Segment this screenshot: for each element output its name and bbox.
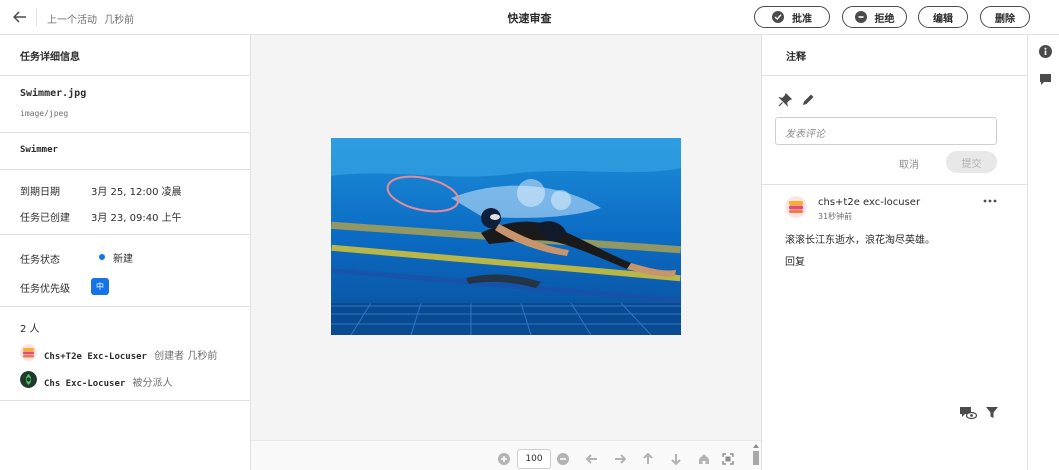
reject-button[interactable]: 拒绝 (842, 6, 907, 28)
annotations-header: 注释 (786, 52, 806, 63)
divider (0, 234, 250, 235)
swimmer-image[interactable] (331, 138, 681, 335)
reject-label: 拒绝 (874, 13, 895, 25)
file-type: image/jpeg (20, 109, 69, 118)
delete-label: 删除 (995, 13, 1015, 25)
comment-text: 滚滚长江东逝水，浪花淘尽英雄。 (785, 235, 935, 246)
side-rail (1027, 35, 1059, 470)
edit-button[interactable]: 编辑 (918, 6, 968, 28)
back-arrow-icon[interactable] (10, 7, 30, 27)
task-details-header: 任务详细信息 (20, 52, 80, 63)
due-date-value: 3月 25, 12:00 凌晨 (91, 187, 182, 198)
person-name: Chs Exc-Locuser (44, 379, 126, 389)
divider (0, 75, 250, 76)
last-activity-label: 上一个活动 (47, 15, 97, 26)
created-label: 任务已创建 (20, 213, 70, 224)
info-icon[interactable] (1039, 45, 1052, 58)
scrollbar[interactable] (751, 442, 761, 470)
status-dot (99, 254, 105, 260)
annotations-panel: 注释 发表评论 取消 提交 chs+t2e exc-locuser 31秒钟前 … (761, 35, 1028, 470)
person-row: Chs+T2e Exc-Locuser 创建者 几秒前 (44, 347, 217, 362)
arrow-down-icon[interactable] (669, 452, 683, 466)
approve-button[interactable]: 批准 (754, 6, 830, 28)
divider (762, 75, 1028, 76)
people-count: 2 人 (20, 324, 40, 335)
checkmark-icon (772, 11, 784, 23)
avatar (20, 371, 37, 388)
priority-badge: 中 (91, 278, 109, 295)
task-details-panel: 任务详细信息 Swimmer.jpg image/jpeg Swimmer 到期… (0, 35, 251, 470)
divider (0, 306, 250, 307)
arrow-left-icon[interactable] (585, 452, 599, 466)
submit-button[interactable]: 提交 (946, 151, 997, 173)
pin-icon[interactable] (778, 92, 793, 107)
pencil-icon[interactable] (801, 93, 815, 107)
person-role: 被分派人 (132, 378, 173, 389)
minus-circle-icon (854, 11, 867, 23)
filter-icon[interactable] (985, 406, 999, 420)
arrow-up-icon[interactable] (641, 452, 655, 466)
zoom-out-icon[interactable] (556, 452, 570, 466)
avatar (785, 196, 807, 218)
reply-link[interactable]: 回复 (785, 253, 805, 268)
comment-time: 31秒钟前 (818, 212, 853, 221)
page-title: 快速审查 (507, 12, 552, 25)
last-activity: 上一个活动 几秒前 (47, 11, 134, 26)
due-date-label: 到期日期 (20, 187, 60, 198)
approve-label: 批准 (792, 13, 812, 25)
image-viewer[interactable] (251, 35, 761, 440)
comment-input[interactable]: 发表评论 (775, 117, 997, 145)
more-options-icon[interactable] (983, 195, 997, 207)
delete-button[interactable]: 删除 (980, 6, 1030, 28)
divider (0, 400, 250, 401)
priority-label: 任务优先级 (20, 284, 70, 295)
divider (762, 184, 1028, 185)
zoom-input[interactable]: 100 (517, 449, 551, 469)
person-row: Chs Exc-Locuser 被分派人 (44, 374, 172, 389)
view-annotations-icon[interactable] (959, 406, 978, 420)
fit-screen-icon[interactable] (721, 452, 735, 466)
comment-author: chs+t2e exc-locuser (818, 197, 921, 208)
viewer-toolbar: 100 (251, 440, 761, 470)
arrow-right-icon[interactable] (613, 452, 627, 466)
status-label: 任务状态 (20, 255, 60, 266)
person-name: Chs+T2e Exc-Locuser (44, 352, 147, 362)
person-role: 创建者 几秒前 (154, 351, 218, 362)
divider (36, 8, 37, 26)
edit-label: 编辑 (933, 13, 953, 25)
created-value: 3月 23, 09:40 上午 (91, 213, 182, 224)
task-title: Swimmer (20, 145, 58, 155)
divider (0, 169, 250, 170)
top-bar: 上一个活动 几秒前 快速审查 批准 拒绝 编辑 删除 (0, 0, 1059, 35)
last-activity-time: 几秒前 (104, 15, 135, 26)
file-name: Swimmer.jpg (20, 88, 87, 99)
home-icon[interactable] (697, 452, 711, 466)
cancel-button[interactable]: 取消 (899, 156, 919, 171)
comments-icon[interactable] (1039, 73, 1052, 86)
zoom-in-icon[interactable] (497, 452, 511, 466)
divider (0, 132, 250, 133)
avatar (20, 344, 37, 361)
status-value: 新建 (113, 254, 133, 265)
